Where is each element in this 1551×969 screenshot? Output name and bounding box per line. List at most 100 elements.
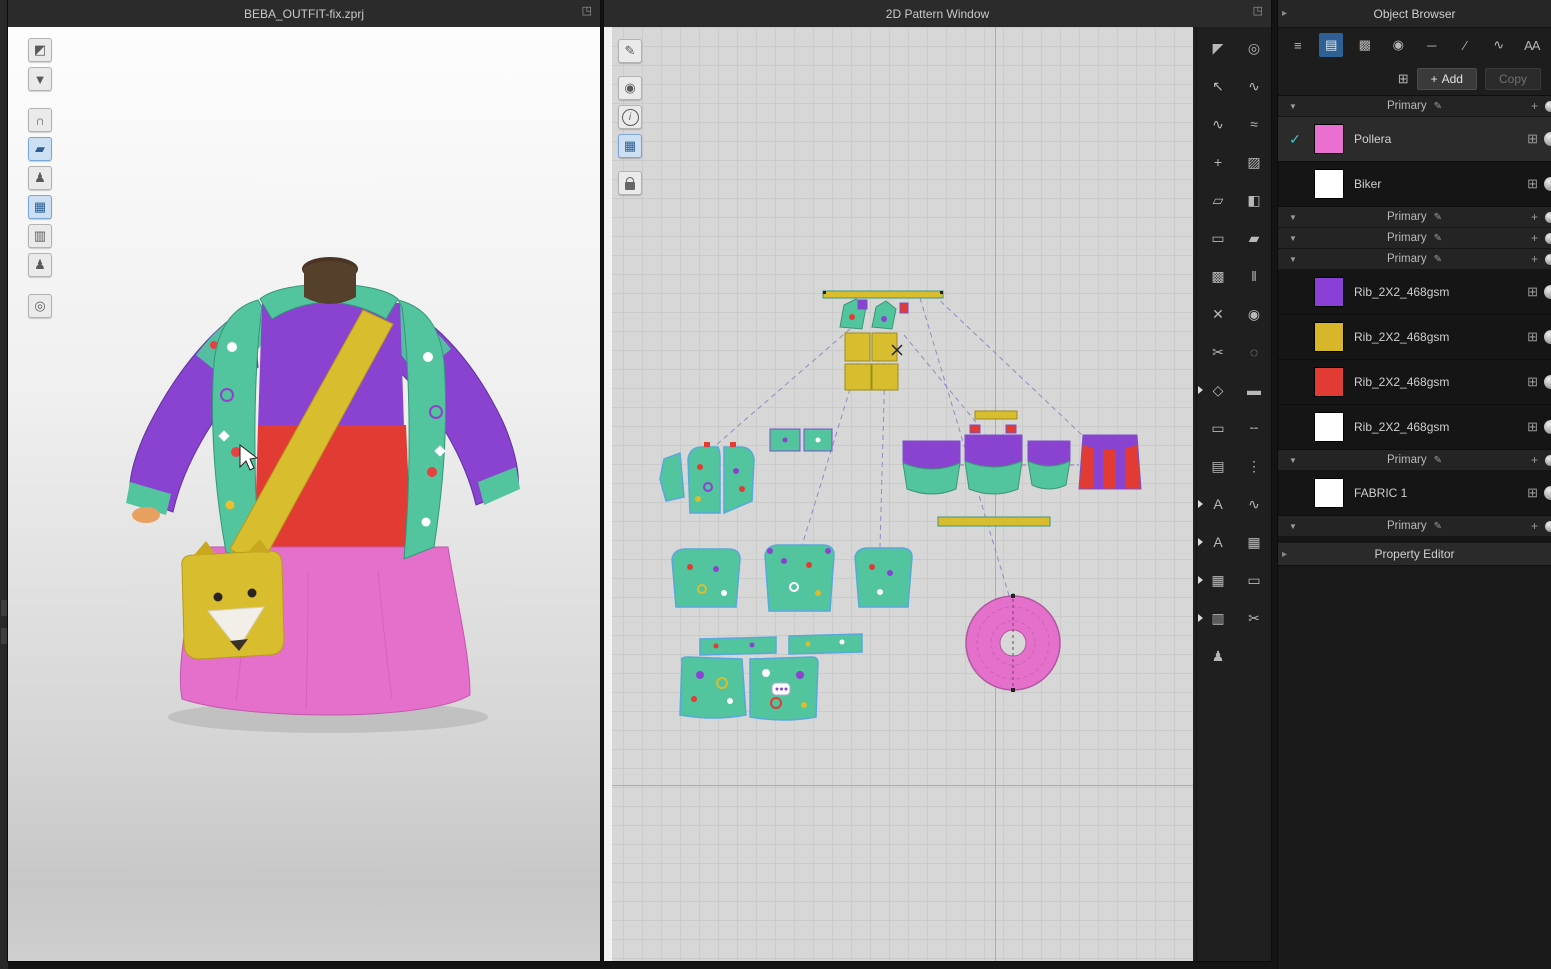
collapse-arrow-icon[interactable]: ▼	[1289, 234, 1297, 243]
seam-tape-button[interactable]: ▬	[1241, 377, 1267, 403]
edit-name-icon[interactable]: ✎	[1434, 101, 1442, 112]
3d-viewport[interactable]: ◩ ▼ ∩ ▰ ♟ ▦ ▥ ♟ ◎	[8, 27, 600, 961]
topstitch-tab-button[interactable]: ∕	[1453, 33, 1478, 57]
2d-window-titlebar[interactable]: 2D Pattern Window ◳	[604, 0, 1271, 28]
fabric-row[interactable]: Rib_2X2_468gsm ⊞	[1278, 360, 1551, 405]
flatten-button[interactable]: ▰	[1241, 225, 1267, 251]
add-row-icon[interactable]: +	[1531, 519, 1538, 533]
notch-button[interactable]: ⋮	[1241, 453, 1267, 479]
buttonhole-button[interactable]: ◌	[1241, 339, 1267, 365]
zoom-pan-button[interactable]: ◎	[1241, 35, 1267, 61]
annotation-button[interactable]: ▭	[1241, 567, 1267, 593]
zipper-button[interactable]: ‖	[1241, 263, 1267, 289]
button-button[interactable]: ◉	[1241, 301, 1267, 327]
scissors-button[interactable]: ✂	[1205, 339, 1231, 365]
lock-button[interactable]	[618, 171, 642, 195]
expand-plus-icon[interactable]: ⊞	[1527, 176, 1538, 192]
font-button[interactable]: A	[1198, 529, 1231, 555]
fabric-row[interactable]: FABRIC 1 ⊞	[1278, 471, 1551, 516]
add-row-icon[interactable]: +	[1531, 231, 1538, 245]
edit-name-icon[interactable]: ✎	[1434, 254, 1442, 265]
edit-pattern-button[interactable]: ↖	[1205, 73, 1231, 99]
add-row-icon[interactable]: +	[1531, 252, 1538, 266]
edit-curvature-button[interactable]: ∿	[1205, 111, 1231, 137]
expand-plus-icon[interactable]: ⊞	[1527, 374, 1538, 390]
fabric-swatch[interactable]	[1314, 169, 1344, 199]
pattern-scissors-button[interactable]: ✂	[1241, 605, 1267, 631]
pattern-vest-front-left-group[interactable]	[659, 442, 755, 515]
pattern-circle-skirt[interactable]	[965, 593, 1061, 695]
group-row[interactable]: ▼ Primary ✎ +	[1278, 96, 1551, 117]
fabric-swatch[interactable]	[1314, 478, 1344, 508]
fabric-swatch[interactable]	[1314, 124, 1344, 154]
pattern-skirt-yoke-group[interactable]	[902, 410, 1071, 495]
collapse-arrow-icon[interactable]: ▼	[1289, 213, 1297, 222]
fabric-row[interactable]: Rib_2X2_468gsm ⊞	[1278, 315, 1551, 360]
fabric-swatch[interactable]	[1314, 277, 1344, 307]
add-point-button[interactable]: +	[1205, 149, 1231, 175]
texture-tab-button[interactable]: ▩	[1352, 33, 1377, 57]
texture-editor-button[interactable]: ▩	[1205, 263, 1231, 289]
pattern-pieces[interactable]	[604, 27, 1193, 961]
collapse-arrow-icon[interactable]: ▼	[1289, 522, 1297, 531]
free-sew-button[interactable]: ≈	[1241, 111, 1267, 137]
pattern-pocket-pieces[interactable]	[769, 428, 833, 452]
fabric-row[interactable]: ✓ Pollera ⊞	[1278, 117, 1551, 162]
measure-grid-button[interactable]: ▦	[1241, 529, 1267, 555]
bag[interactable]	[181, 539, 285, 660]
fold-arrangement-button[interactable]: ◧	[1241, 187, 1267, 213]
fabric-swatch[interactable]	[1314, 322, 1344, 352]
edit-name-icon[interactable]: ✎	[1434, 521, 1442, 532]
trim-tab-button[interactable]: ─	[1419, 33, 1444, 57]
expand-plus-icon[interactable]: ⊞	[1527, 419, 1538, 435]
fabric-swatch[interactable]	[1314, 367, 1344, 397]
needle-button[interactable]: ✎	[618, 39, 642, 63]
object-browser-header[interactable]: ▸ Object Browser	[1278, 0, 1551, 28]
collapse-arrow-icon[interactable]: ▼	[1289, 456, 1297, 465]
fabric-2d-button[interactable]: ▦	[618, 134, 642, 158]
panel-collapse-icon[interactable]: ▸	[1282, 8, 1287, 19]
button-tab-button[interactable]: ◉	[1386, 33, 1411, 57]
transform-pattern-button[interactable]: ◤	[1205, 35, 1231, 61]
pattern-bodice-group[interactable]	[671, 544, 913, 612]
pattern-cap-pieces[interactable]	[839, 298, 909, 330]
puckering-button[interactable]: ∿	[1241, 491, 1267, 517]
aa-tab-button[interactable]: AA	[1520, 33, 1545, 57]
dock-tab[interactable]	[1, 628, 7, 644]
expand-plus-icon[interactable]: ⊞	[1527, 485, 1538, 501]
group-row[interactable]: ▼ Primary ✎ +	[1278, 516, 1551, 537]
fabric-row[interactable]: Rib_2X2_468gsm ⊞	[1278, 405, 1551, 450]
folder-button[interactable]: ▱	[1205, 187, 1231, 213]
edit-name-icon[interactable]: ✎	[1434, 233, 1442, 244]
image-panel-button[interactable]: ▭	[1205, 225, 1231, 251]
group-row[interactable]: ▼ Primary ✎ +	[1278, 249, 1551, 270]
fabric-swatch[interactable]	[1314, 412, 1344, 442]
edit-name-icon[interactable]: ✎	[1434, 212, 1442, 223]
polygon-pen-button[interactable]: ◇	[1198, 377, 1231, 403]
text-button[interactable]: A	[1198, 491, 1231, 517]
collapse-arrow-icon[interactable]: ▼	[1289, 102, 1297, 111]
ruler-button[interactable]: ▤	[1205, 453, 1231, 479]
add-button[interactable]: + Add	[1416, 67, 1477, 90]
add-fabric-icon[interactable]: ⊞	[1398, 71, 1409, 87]
visibility-button[interactable]: ◉	[618, 76, 642, 100]
3d-window-titlebar[interactable]: BEBA_OUTFIT-fix.zprj ◳	[8, 0, 600, 28]
group-row[interactable]: ▼ Primary ✎ +	[1278, 207, 1551, 228]
popout-icon[interactable]: ◳	[1253, 6, 1263, 17]
expand-plus-icon[interactable]: ⊞	[1527, 329, 1538, 345]
group-row[interactable]: ▼ Primary ✎ +	[1278, 450, 1551, 471]
collapse-arrow-icon[interactable]: ▼	[1289, 255, 1297, 264]
add-row-icon[interactable]: +	[1531, 453, 1538, 467]
add-row-icon[interactable]: +	[1531, 99, 1538, 113]
expand-plus-icon[interactable]: ⊞	[1527, 284, 1538, 300]
copy-button[interactable]: Copy	[1484, 67, 1541, 90]
fabric-row[interactable]: Rib_2X2_468gsm ⊞	[1278, 270, 1551, 315]
segment-sew-button[interactable]: ∿	[1241, 73, 1267, 99]
list-view-button[interactable]: ≡	[1285, 33, 1310, 57]
info-button[interactable]: i	[618, 105, 642, 129]
stitch-tab-button[interactable]: ∿	[1486, 33, 1511, 57]
rectangle-button[interactable]: ▭	[1205, 415, 1231, 441]
popout-icon[interactable]: ◳	[582, 6, 592, 17]
avatar-tool-button[interactable]: ♟	[1205, 643, 1231, 669]
pattern-collar-band[interactable]	[822, 290, 944, 299]
